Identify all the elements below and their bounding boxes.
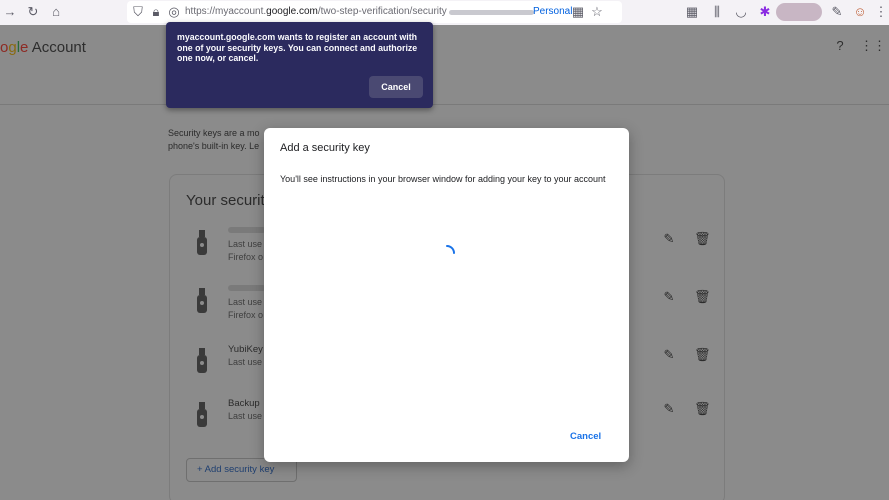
loading-spinner-icon: [446, 245, 455, 254]
card-title: Your securit: [186, 192, 265, 209]
trash-icon[interactable]: 🗑︎: [694, 348, 711, 362]
permission-message: myaccount.google.com wants to register a…: [177, 32, 418, 63]
pocket-icon[interactable]: ◡: [733, 4, 749, 20]
key-name: YubiKey: [228, 344, 263, 355]
key-last-used: Last use: [228, 357, 263, 367]
usb-key-icon: [197, 348, 207, 374]
edit-pencil-icon[interactable]: ✎: [662, 290, 676, 304]
permission-cancel-button[interactable]: Cancel: [369, 76, 423, 98]
profile-redacted: [776, 3, 822, 21]
edit-pencil-icon[interactable]: ✎: [662, 402, 676, 416]
edit-pencil-icon[interactable]: ✎: [662, 232, 676, 246]
webauthn-permission-popup: myaccount.google.com wants to register a…: [166, 22, 433, 108]
page-header: ogle Account ? ⋮⋮: [0, 25, 889, 105]
key-last-used: Last use: [228, 297, 263, 307]
url-text: https://myaccount.google.com/two-step-ve…: [185, 6, 447, 17]
url-bar[interactable]: ⛉ 🔒︎ ◎ https://myaccount.google.com/two-…: [127, 1, 622, 23]
key-name-redacted: [228, 227, 266, 233]
key-name: Backup: [228, 398, 260, 409]
lock-icon[interactable]: 🔒︎: [148, 4, 164, 20]
forward-arrow-icon[interactable]: →: [2, 4, 18, 20]
key-name-redacted: [228, 285, 266, 291]
container-label[interactable]: Personal: [533, 6, 572, 17]
library-icon[interactable]: ⫼: [709, 4, 725, 20]
apps-grid-icon[interactable]: ⋮⋮: [860, 38, 886, 54]
help-icon[interactable]: ?: [832, 38, 848, 54]
edit-pencil-icon[interactable]: ✎: [662, 348, 676, 362]
shield-icon[interactable]: ⛉: [130, 4, 146, 20]
dialog-title: Add a security key: [280, 142, 370, 154]
key-browser: Firefox o: [228, 310, 264, 320]
usb-key-icon: [197, 288, 207, 314]
key-last-used: Last use: [228, 411, 263, 421]
reload-icon[interactable]: ↻: [25, 4, 41, 20]
bookmark-star-icon[interactable]: ☆: [589, 4, 605, 20]
browser-toolbar: → ↻ ⌂ ⛉ 🔒︎ ◎ https://myaccount.google.co…: [0, 0, 889, 25]
google-account-logo[interactable]: ogle Account: [0, 39, 86, 56]
avatar-icon[interactable]: ☺: [852, 4, 868, 20]
key-last-used: Last use: [228, 239, 263, 249]
trash-icon[interactable]: 🗑︎: [694, 232, 711, 246]
intro-text: Security keys are a mo phone's built-in …: [168, 128, 260, 151]
extension-puzzle-icon[interactable]: ✱: [757, 4, 773, 20]
key-browser: Firefox o: [228, 252, 264, 262]
trash-icon[interactable]: 🗑︎: [694, 290, 711, 304]
qr-code-icon[interactable]: ▦: [570, 4, 586, 20]
add-security-key-dialog: Add a security key You'll see instructio…: [264, 128, 629, 462]
usb-key-icon: [197, 402, 207, 428]
trash-icon[interactable]: 🗑︎: [694, 402, 711, 416]
permission-key-icon[interactable]: ◎: [166, 4, 182, 20]
url-redacted: [449, 10, 534, 15]
extensions-grid-icon[interactable]: ▦: [684, 4, 700, 20]
overflow-menu-icon[interactable]: ⋮: [873, 4, 889, 20]
usb-key-icon: [197, 230, 207, 256]
dialog-body: You'll see instructions in your browser …: [280, 174, 606, 184]
dialog-cancel-button[interactable]: Cancel: [570, 431, 601, 442]
pen-extension-icon[interactable]: ✎: [829, 4, 845, 20]
home-icon[interactable]: ⌂: [48, 4, 64, 20]
